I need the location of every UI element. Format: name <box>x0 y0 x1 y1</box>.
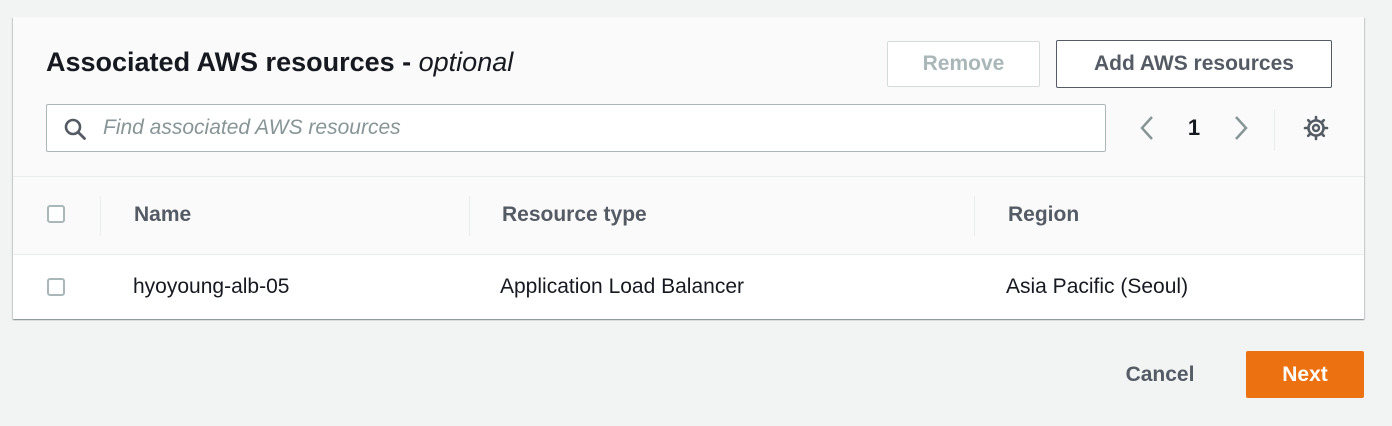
row-checkbox[interactable] <box>47 278 65 296</box>
table-row[interactable]: hyoyoung-alb-05 Application Load Balance… <box>13 255 1364 319</box>
pagination-divider <box>1274 109 1275 151</box>
select-all-checkbox[interactable] <box>47 205 65 223</box>
column-header-name[interactable]: Name <box>134 203 191 227</box>
column-header-region[interactable]: Region <box>1008 203 1079 227</box>
cell-name: hyoyoung-alb-05 <box>133 275 290 298</box>
cell-resource-type: Application Load Balancer <box>500 275 745 298</box>
associated-resources-panel: Associated AWS resources - optional Remo… <box>13 17 1364 319</box>
column-separator <box>469 196 470 236</box>
gear-icon[interactable] <box>1302 114 1330 142</box>
chevron-right-icon[interactable] <box>1229 113 1253 143</box>
next-button[interactable]: Next <box>1246 351 1364 398</box>
cancel-button[interactable]: Cancel <box>1100 351 1220 399</box>
column-header-resource-type[interactable]: Resource type <box>502 203 647 227</box>
chevron-left-icon[interactable] <box>1135 113 1159 143</box>
search-field[interactable] <box>46 104 1106 152</box>
cell-region: Asia Pacific (Seoul) <box>1006 275 1189 298</box>
table-header: Name Resource type Region <box>13 177 1364 255</box>
current-page-number[interactable]: 1 <box>1177 114 1211 142</box>
search-input[interactable] <box>103 111 1083 145</box>
add-aws-resources-button[interactable]: Add AWS resources <box>1056 40 1332 88</box>
panel-title: Associated AWS resources - optional <box>46 47 513 78</box>
column-separator <box>100 196 101 236</box>
remove-button[interactable]: Remove <box>887 41 1040 87</box>
panel-title-text: Associated AWS resources - <box>46 47 419 77</box>
search-icon <box>64 118 86 140</box>
panel-header: Associated AWS resources - optional Remo… <box>13 17 1364 177</box>
column-separator <box>974 196 975 236</box>
optional-label: optional <box>418 47 514 77</box>
